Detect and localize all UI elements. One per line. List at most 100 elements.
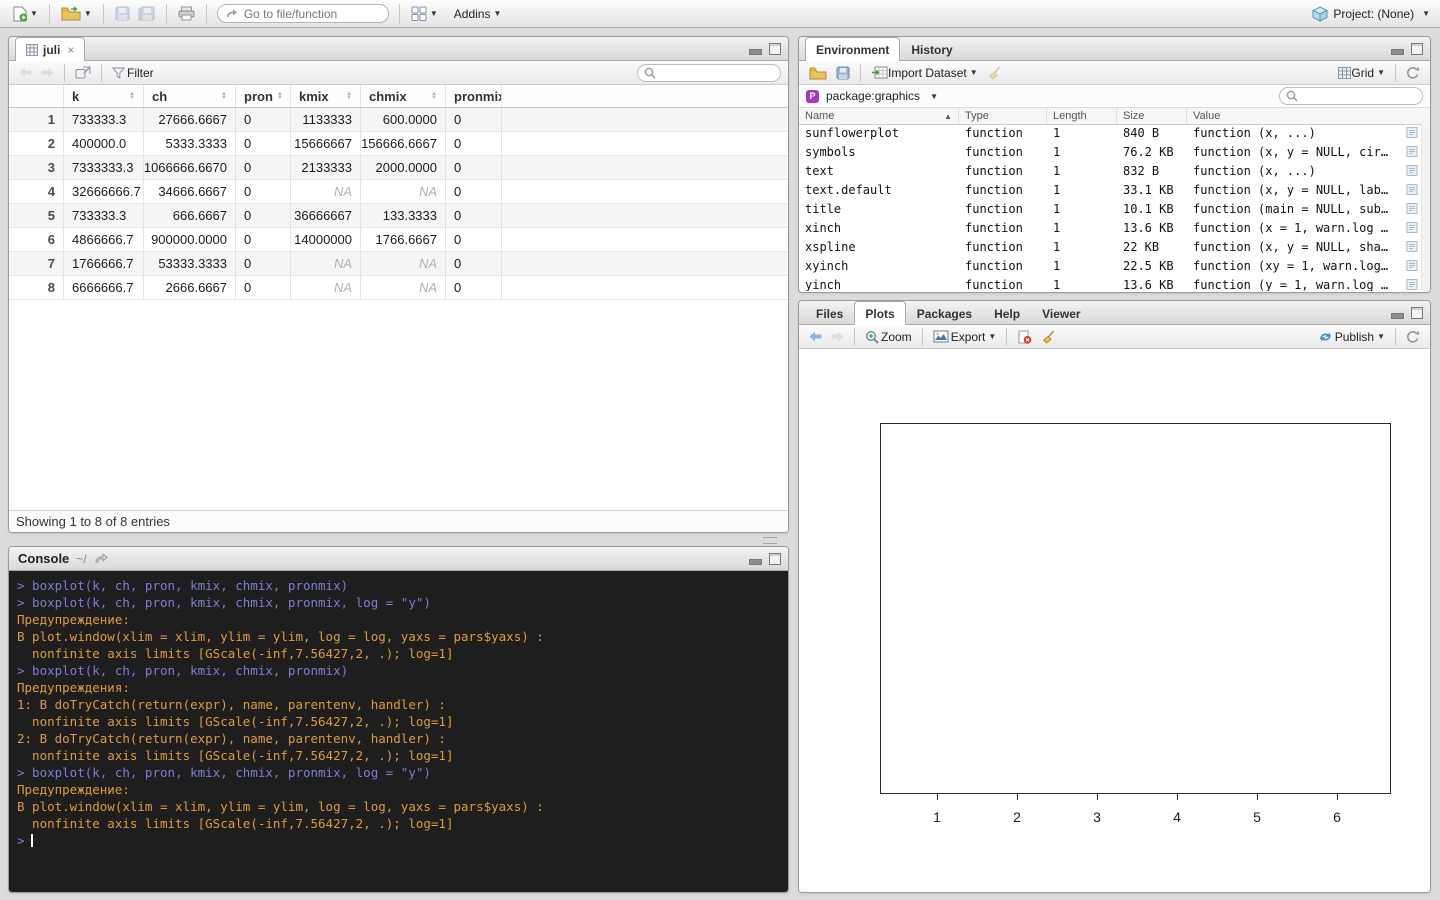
minimize-icon[interactable] <box>1391 313 1404 319</box>
package-selector[interactable]: package:graphics <box>826 89 920 103</box>
column-header-ch[interactable]: ch ▲ ▼ <box>144 85 236 107</box>
view-function-icon[interactable] <box>1400 145 1422 158</box>
object-type: function <box>965 220 1023 235</box>
tab[interactable]: Files <box>805 302 854 324</box>
sort-icon: ▲ ▼ <box>129 91 135 101</box>
view-function-icon[interactable] <box>1400 202 1422 215</box>
environment-object-row[interactable]: text function 1 832 B function (x, ...) <box>799 161 1422 180</box>
next-plot-button[interactable] <box>828 326 847 348</box>
maximize-icon[interactable] <box>769 43 781 55</box>
import-dataset-button[interactable]: Import Dataset ▼ <box>868 62 981 84</box>
view-function-icon[interactable] <box>1400 278 1422 291</box>
env-header-type[interactable]: Type <box>959 108 1047 124</box>
cell-k: 4866666.7 <box>64 228 144 251</box>
save-all-button[interactable] <box>135 3 158 25</box>
scrollbar-track[interactable] <box>1421 123 1430 291</box>
grid-view-label: Grid <box>1351 65 1375 80</box>
tab[interactable]: Viewer <box>1031 302 1091 324</box>
table-row[interactable]: 1 733333.3 27666.6667 0 1133333 600.0000… <box>9 108 788 132</box>
open-file-button[interactable]: ▼ <box>58 3 95 25</box>
environment-object-row[interactable]: yinch function 1 13.6 KB function (y = 1… <box>799 275 1422 291</box>
pane-resize-handle[interactable] <box>763 537 777 544</box>
addins-button[interactable]: Addins ▼ <box>449 3 505 25</box>
table-row[interactable]: 6 4866666.7 900000.0000 0 14000000 1766.… <box>9 228 788 252</box>
column-header-k[interactable]: k ▲ ▼ <box>64 85 144 107</box>
view-function-icon[interactable] <box>1400 164 1422 177</box>
table-row[interactable]: 2 400000.0 5333.3333 0 15666667 156666.6… <box>9 132 788 156</box>
clear-plots-button[interactable] <box>1038 326 1059 348</box>
console-output[interactable]: > boxplot(k, ch, pron, kmix, chmix, pron… <box>9 571 788 892</box>
env-header-length[interactable]: Length <box>1047 108 1117 124</box>
refresh-plot-button[interactable] <box>1403 326 1423 348</box>
view-function-icon[interactable] <box>1400 259 1422 272</box>
project-selector[interactable]: Project: (None) ▼ <box>1312 5 1430 22</box>
previous-plot-button[interactable] <box>806 326 825 348</box>
view-function-icon[interactable] <box>1400 240 1422 253</box>
environment-object-row[interactable]: xspline function 1 22 KB function (x, y … <box>799 237 1422 256</box>
environment-search-input[interactable] <box>1279 87 1423 105</box>
maximize-icon[interactable] <box>1411 43 1423 55</box>
minimize-icon[interactable] <box>749 559 762 565</box>
console-line: > boxplot(k, ch, pron, kmix, chmix, pron… <box>17 663 349 678</box>
view-function-icon[interactable] <box>1400 221 1422 234</box>
workspace-panes-button[interactable]: ▼ <box>408 3 441 25</box>
environment-toolbar: Import Dataset ▼ Grid ▼ <box>799 61 1430 85</box>
zoom-plot-button[interactable]: Zoom <box>862 326 915 348</box>
tick-mark <box>1176 793 1178 800</box>
env-header-name[interactable]: Name ▲ <box>799 108 959 124</box>
environment-object-row[interactable]: symbols function 1 76.2 KB function (x, … <box>799 142 1422 161</box>
environment-object-row[interactable]: title function 1 10.1 KB function (main … <box>799 199 1422 218</box>
export-plot-button[interactable]: Export ▼ <box>930 326 1000 348</box>
column-header-chmix[interactable]: chmix ▲ ▼ <box>361 85 446 107</box>
object-type: function <box>965 277 1023 292</box>
goto-file-input[interactable] <box>216 4 389 23</box>
table-row[interactable]: 3 7333333.3 1066666.6670 0 2133333 2000.… <box>9 156 788 180</box>
minimize-icon[interactable] <box>1391 49 1404 55</box>
new-file-button[interactable]: ▼ <box>10 3 41 25</box>
minimize-icon[interactable] <box>749 49 762 55</box>
environment-object-row[interactable]: xinch function 1 13.6 KB function (x = 1… <box>799 218 1422 237</box>
open-in-new-window-button[interactable] <box>72 62 94 84</box>
print-button[interactable] <box>175 3 198 25</box>
env-header-value[interactable]: Value <box>1187 108 1430 124</box>
save-button[interactable] <box>112 3 133 25</box>
environment-object-row[interactable]: text.default function 1 33.1 KB function… <box>799 180 1422 199</box>
table-row[interactable]: 5 733333.3 666.6667 0 36666667 133.3333 … <box>9 204 788 228</box>
popout-arrow-icon[interactable] <box>94 553 108 564</box>
tab[interactable]: Packages <box>906 302 983 324</box>
table-row[interactable]: 4 32666666.7 34666.6667 0 NA NA 0 <box>9 180 788 204</box>
maximize-icon[interactable] <box>1411 307 1423 319</box>
search-icon <box>644 67 656 79</box>
close-icon[interactable]: × <box>67 40 74 60</box>
table-row[interactable]: 7 1766666.7 53333.3333 0 NA NA 0 <box>9 252 788 276</box>
cell-ch: 53333.3333 <box>144 252 236 275</box>
table-search-input[interactable] <box>637 63 781 82</box>
view-function-icon[interactable] <box>1400 183 1422 196</box>
zoom-magnifier-icon <box>865 330 879 344</box>
column-header-pronmix[interactable]: pronmix▲▼ <box>446 85 502 107</box>
forward-button[interactable] <box>38 62 57 84</box>
tab[interactable]: Help <box>983 302 1031 324</box>
environment-object-row[interactable]: sunflowerplot function 1 840 B function … <box>799 123 1422 142</box>
tab[interactable]: History <box>900 38 963 60</box>
column-header-kmix[interactable]: kmix ▲ ▼ <box>291 85 361 107</box>
console-prompt-line[interactable]: > <box>17 832 788 849</box>
environment-object-row[interactable]: xyinch function 1 22.5 KB function (xy =… <box>799 256 1422 275</box>
clear-workspace-button[interactable] <box>984 62 1005 84</box>
column-header-pron[interactable]: pron ▲ ▼ <box>236 85 291 107</box>
env-header-size[interactable]: Size <box>1117 108 1187 124</box>
maximize-icon[interactable] <box>769 553 781 565</box>
refresh-button[interactable] <box>1403 62 1423 84</box>
table-row[interactable]: 8 6666666.7 2666.6667 0 NA NA 0 <box>9 276 788 300</box>
remove-plot-button[interactable] <box>1014 326 1035 348</box>
grid-view-button[interactable]: Grid ▼ <box>1335 62 1388 84</box>
load-workspace-button[interactable] <box>806 62 830 84</box>
tab[interactable]: Environment <box>805 37 901 61</box>
back-button[interactable] <box>16 62 35 84</box>
tab[interactable]: Plots <box>854 301 906 325</box>
tab-juli[interactable]: juli × <box>15 37 86 61</box>
filter-button[interactable]: Filter <box>109 62 157 84</box>
save-workspace-button[interactable] <box>833 62 853 84</box>
publish-button[interactable]: Publish ▼ <box>1315 326 1388 348</box>
view-function-icon[interactable] <box>1400 126 1422 139</box>
